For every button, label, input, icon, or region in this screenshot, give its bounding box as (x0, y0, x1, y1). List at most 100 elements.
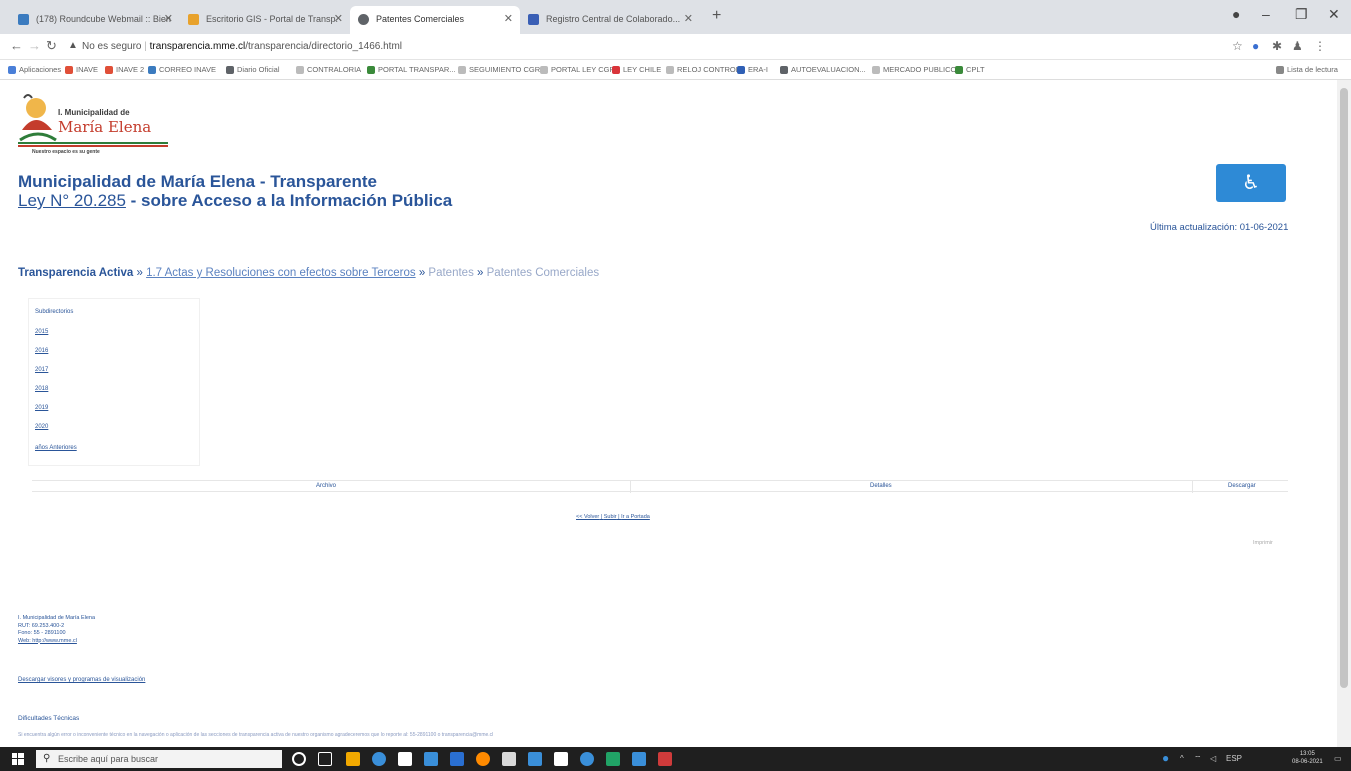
calculator-icon[interactable] (554, 752, 568, 766)
volver-link[interactable]: << Volver (576, 514, 599, 520)
security-label: No es seguro (82, 41, 142, 52)
reading-list[interactable]: Lista de lectura (1276, 65, 1338, 75)
restore-button[interactable]: ❐ (1295, 6, 1308, 23)
profile-icon[interactable]: ● (1232, 6, 1240, 22)
tab-roundcube[interactable]: (178) Roundcube Webmail :: Bien ✕ (10, 6, 180, 34)
download-viewers-link[interactable]: Descargar visores y programas de visuali… (18, 677, 145, 683)
tab-label: Patentes Comerciales (376, 14, 465, 24)
bookmark-diario-oficial[interactable]: Diario Oficial (226, 65, 280, 75)
page-scrollbar[interactable] (1337, 80, 1351, 747)
task-view-icon[interactable] (318, 752, 332, 766)
tab-patentes-comerciales[interactable]: Patentes Comerciales ✕ (350, 6, 520, 34)
subdir-link[interactable]: 2017 (35, 367, 48, 373)
close-tab-icon[interactable]: ✕ (334, 12, 343, 25)
subdir-link[interactable]: 2015 (35, 329, 48, 335)
tray-chevron-icon[interactable]: ^ (1180, 754, 1184, 763)
bookmark-aplicaciones[interactable]: Aplicaciones (8, 65, 61, 75)
mail-icon[interactable] (398, 752, 412, 766)
star-icon[interactable]: ☆ (1232, 39, 1243, 53)
store-icon[interactable] (424, 752, 438, 766)
municipality-logo[interactable]: I. Municipalidad de María Elena Nuestro … (18, 86, 168, 158)
subdir-link[interactable]: 2016 (35, 348, 48, 354)
law-title-rest: - sobre Acceso a la Información Pública (125, 191, 453, 210)
app-icon[interactable] (658, 752, 672, 766)
notifications-icon[interactable]: ▭ (1334, 754, 1342, 763)
phone-icon[interactable] (450, 752, 464, 766)
subir-link[interactable]: Subir (604, 514, 617, 520)
scrollbar-thumb[interactable] (1340, 88, 1348, 688)
breadcrumb-root[interactable]: Transparencia Activa (18, 267, 133, 279)
bookmark-reloj-control[interactable]: RELOJ CONTROL (666, 65, 740, 75)
forward-arrow-icon[interactable]: → (28, 38, 41, 53)
accessibility-button[interactable]: ♿︎ (1216, 164, 1286, 202)
bookmark-cplt[interactable]: CPLT (955, 65, 985, 75)
bookmark-icon (872, 66, 880, 75)
tab-escritorio-gis[interactable]: Escritorio GIS - Portal de Transp. ✕ (180, 6, 350, 34)
app-icon[interactable] (580, 752, 594, 766)
bookmark-icon (737, 66, 745, 75)
subdir-link[interactable]: 2018 (35, 386, 48, 392)
col-archivo: Archivo (316, 483, 337, 489)
close-tab-icon[interactable]: ✕ (504, 12, 513, 25)
system-clock[interactable]: 13:05 08-06-2021 (1292, 750, 1323, 766)
address-input[interactable]: ▲ No es seguro | transparencia.mme.cl/tr… (68, 37, 1188, 57)
bookmark-mercado-publico[interactable]: MERCADO PUBLICO (872, 65, 956, 75)
minimize-button[interactable]: – (1262, 6, 1270, 22)
app-icon[interactable] (502, 752, 516, 766)
portada-link[interactable]: Ir a Portada (621, 514, 650, 520)
bookmark-era-i[interactable]: ERA-I (737, 65, 768, 75)
bookmark-icon (955, 66, 963, 75)
new-tab-button[interactable]: + (712, 7, 721, 25)
close-window-button[interactable]: ✕ (1328, 6, 1340, 23)
law-title: Ley N° 20.285 - sobre Acceso a la Inform… (18, 191, 452, 211)
cortana-icon[interactable] (292, 752, 306, 766)
bookmark-ley-chile[interactable]: LEY CHILE (612, 65, 661, 75)
network-icon[interactable]: ⌔ (1194, 754, 1202, 764)
puzzle-icon[interactable]: ✱ (1272, 39, 1282, 53)
tab-label: Registro Central de Colaborado... (546, 14, 681, 24)
chrome-icon[interactable] (476, 752, 490, 766)
bookmark-icon (65, 66, 73, 75)
subdir-link[interactable]: 2020 (35, 424, 48, 430)
file-explorer-icon[interactable] (346, 752, 360, 766)
footer-web-link[interactable]: Web: http://www.mme.cl (18, 638, 95, 646)
app-icon[interactable] (528, 752, 542, 766)
weather-icon[interactable]: ● (1162, 751, 1169, 765)
breadcrumb-actas[interactable]: 1.7 Actas y Resoluciones con efectos sob… (146, 267, 416, 279)
bookmark-inave-2[interactable]: INAVE 2 (105, 65, 144, 75)
account-icon[interactable]: ♟ (1292, 39, 1303, 53)
bookmark-correo-inave[interactable]: CORREO INAVE (148, 65, 216, 75)
footer-line: RUT: 69.253.400-2 (18, 622, 65, 629)
bookmark-contraloria[interactable]: CONTRALORIA (296, 65, 361, 75)
breadcrumb-patentes[interactable]: Patentes (428, 267, 473, 279)
bookmark-seguimiento-cgr[interactable]: SEGUIMIENTO CGR (458, 65, 540, 75)
print-link[interactable]: Imprimir (1253, 540, 1273, 546)
back-arrow-icon[interactable]: ← (10, 38, 23, 53)
edge-icon[interactable] (372, 752, 386, 766)
menu-icon[interactable]: ⋮ (1314, 39, 1326, 53)
roundcube-icon (18, 14, 29, 25)
subdir-link[interactable]: años Anteriores (35, 445, 77, 451)
bookmark-portal-ley-cgr[interactable]: PORTAL LEY CGR (540, 65, 615, 75)
bookmark-inave[interactable]: INAVE (65, 65, 98, 75)
app-icon[interactable] (632, 752, 646, 766)
bookmark-portal-transparencia[interactable]: PORTAL TRANSPAR... (367, 65, 456, 75)
close-tab-icon[interactable]: ✕ (164, 12, 173, 25)
windows-start-icon[interactable] (12, 753, 24, 765)
logo-line2: María Elena (58, 118, 152, 136)
reload-icon[interactable]: ↻ (46, 38, 57, 54)
bookmark-autoevaluacion[interactable]: AUTOEVALUACION... (780, 65, 866, 75)
law-link[interactable]: Ley N° 20.285 (18, 191, 126, 210)
files-table-header: Archivo Detalles Descargar (32, 480, 1288, 493)
extension-icon[interactable]: ● (1252, 39, 1259, 53)
tab-registro-central[interactable]: Registro Central de Colaborado... ✕ (520, 6, 700, 34)
url-host: transparencia.mme.cl (149, 41, 246, 52)
close-tab-icon[interactable]: ✕ (684, 12, 693, 25)
taskbar-search-input[interactable]: ⚲ Escribe aquí para buscar (36, 750, 282, 768)
logo-stripe (18, 142, 168, 147)
bookmark-icon (666, 66, 674, 75)
language-icon[interactable]: ESP (1226, 754, 1242, 763)
volume-icon[interactable]: ◁ (1210, 754, 1216, 763)
subdir-link[interactable]: 2019 (35, 405, 48, 411)
excel-icon[interactable] (606, 752, 620, 766)
